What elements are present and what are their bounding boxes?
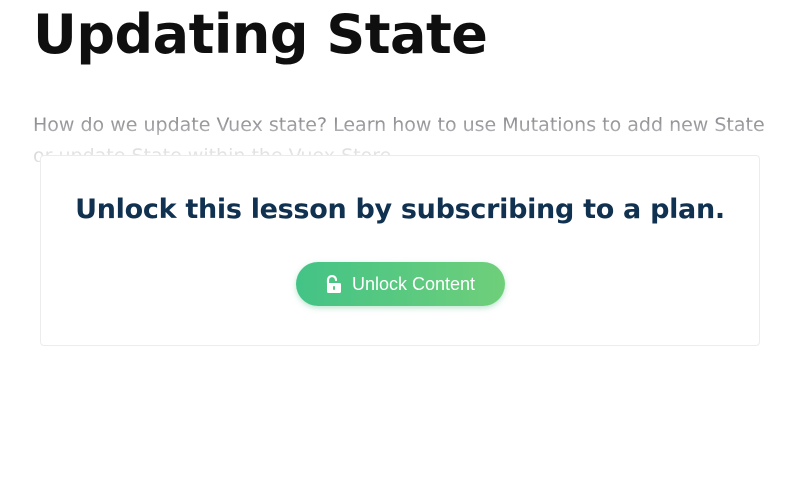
paywall-heading: Unlock this lesson by subscribing to a p… (75, 194, 725, 225)
lesson-page: Updating State How do we update Vuex sta… (0, 0, 800, 500)
unlock-button-label: Unlock Content (351, 273, 476, 294)
page-title: Updating State (33, 3, 488, 66)
unlock-content-button[interactable]: Unlock Content (296, 262, 505, 306)
unlock-icon (326, 274, 342, 293)
paywall-card: Unlock this lesson by subscribing to a p… (40, 155, 760, 346)
